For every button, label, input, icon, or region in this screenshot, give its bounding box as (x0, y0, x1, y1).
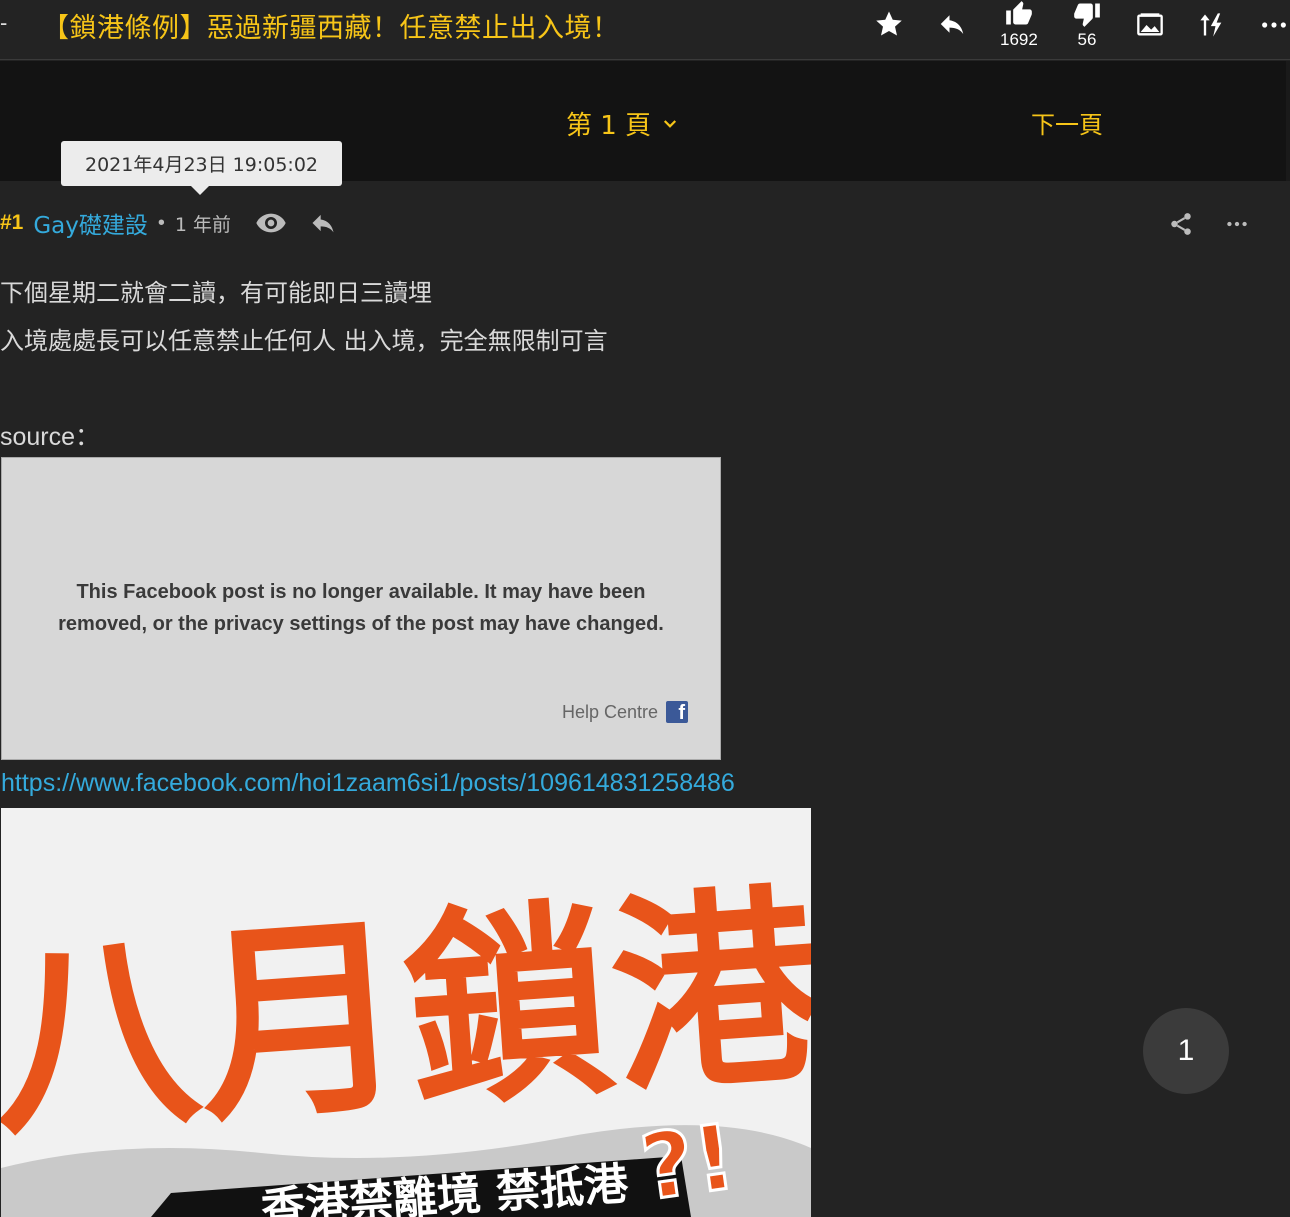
embed-unavailable-message: This Facebook post is no longer availabl… (2, 576, 720, 640)
reply-icon (312, 214, 334, 233)
next-page-link[interactable]: 下一頁 (1031, 105, 1103, 140)
quote-reply-button[interactable] (309, 209, 337, 237)
post-floor-number: #1 (0, 211, 24, 234)
datetime-tooltip: 2021年4月23日 19:05:02 (61, 141, 342, 195)
reply-thread-button[interactable] (937, 9, 967, 39)
poster-graphic: 香港禁離境 禁抵港 八月鎖港 ?! (1, 808, 811, 1217)
image-mode-button[interactable] (1136, 11, 1164, 39)
more-options-button[interactable] (1260, 11, 1288, 39)
chevron-down-icon (664, 119, 677, 128)
poster-punctuation: ?! (635, 1104, 742, 1217)
facebook-embed: This Facebook post is no longer availabl… (1, 457, 721, 760)
embed-message-line: removed, or the privacy settings of the … (58, 613, 664, 635)
thread-title: 【鎖港條例】惡過新疆西藏！任意禁止出入境！ (42, 13, 620, 44)
dislike-count: 56 (1077, 30, 1097, 49)
eye-icon (256, 213, 286, 233)
more-dots-icon (1227, 221, 1247, 227)
like-button[interactable]: 1692 (1000, 0, 1038, 50)
share-icon (1171, 213, 1191, 235)
back-button[interactable]: - (0, 10, 7, 36)
thumbs-down-icon (1074, 3, 1100, 27)
help-centre-link[interactable]: Help Centre f (562, 701, 688, 723)
post-image[interactable]: 香港禁離境 禁抵港 八月鎖港 ?! (1, 808, 811, 1217)
post-more-button[interactable] (1224, 211, 1250, 242)
floating-page-button[interactable]: 1 (1143, 1008, 1229, 1094)
post-text-line: 入境處處長可以任意禁止任何人 出入境，完全無限制可言 (0, 327, 608, 355)
help-centre-label: Help Centre (561, 701, 658, 722)
share-button[interactable] (1168, 211, 1194, 242)
post-text-line: 下個星期二就會二讀，有可能即日三讀埋 (0, 279, 432, 307)
post-author-link[interactable]: Gay礎建設 (33, 206, 148, 240)
post-header: #1 Gay礎建設 • 1 年前 (0, 206, 337, 240)
sort-lightning-icon (1200, 13, 1222, 37)
like-count: 1692 (1000, 30, 1038, 49)
post-actions (1168, 211, 1250, 242)
source-label: source： (0, 423, 101, 451)
image-icon (1137, 13, 1163, 36)
bookmark-button[interactable] (874, 9, 904, 39)
sort-button[interactable] (1198, 11, 1226, 39)
post-item: #1 Gay礎建設 • 1 年前 下個星期二就會二讀，有可能即日三讀埋 入境處處… (0, 181, 1290, 1217)
view-only-author-button[interactable] (255, 207, 287, 239)
dislike-button[interactable]: 56 (1073, 0, 1101, 50)
post-time[interactable]: 1 年前 (175, 210, 231, 237)
facebook-logo-icon: f (666, 701, 688, 723)
more-dots-icon (1262, 22, 1286, 28)
reply-icon (940, 15, 964, 34)
separator-dot: • (157, 211, 165, 234)
thumbs-up-icon (1006, 1, 1032, 25)
star-icon (876, 11, 902, 36)
post-content: 下個星期二就會二讀，有可能即日三讀埋 入境處處長可以任意禁止任何人 出入境，完全… (0, 269, 1000, 365)
source-url-link[interactable]: https://www.facebook.com/hoi1zaam6si1/po… (1, 769, 735, 798)
embed-message-line: This Facebook post is no longer availabl… (76, 581, 646, 603)
page-label: 第 1 頁 (566, 111, 652, 141)
top-bar: - 【鎖港條例】惡過新疆西藏！任意禁止出入境！ 1692 56 (0, 0, 1290, 60)
page-selector[interactable]: 第 1 頁 (566, 105, 679, 142)
